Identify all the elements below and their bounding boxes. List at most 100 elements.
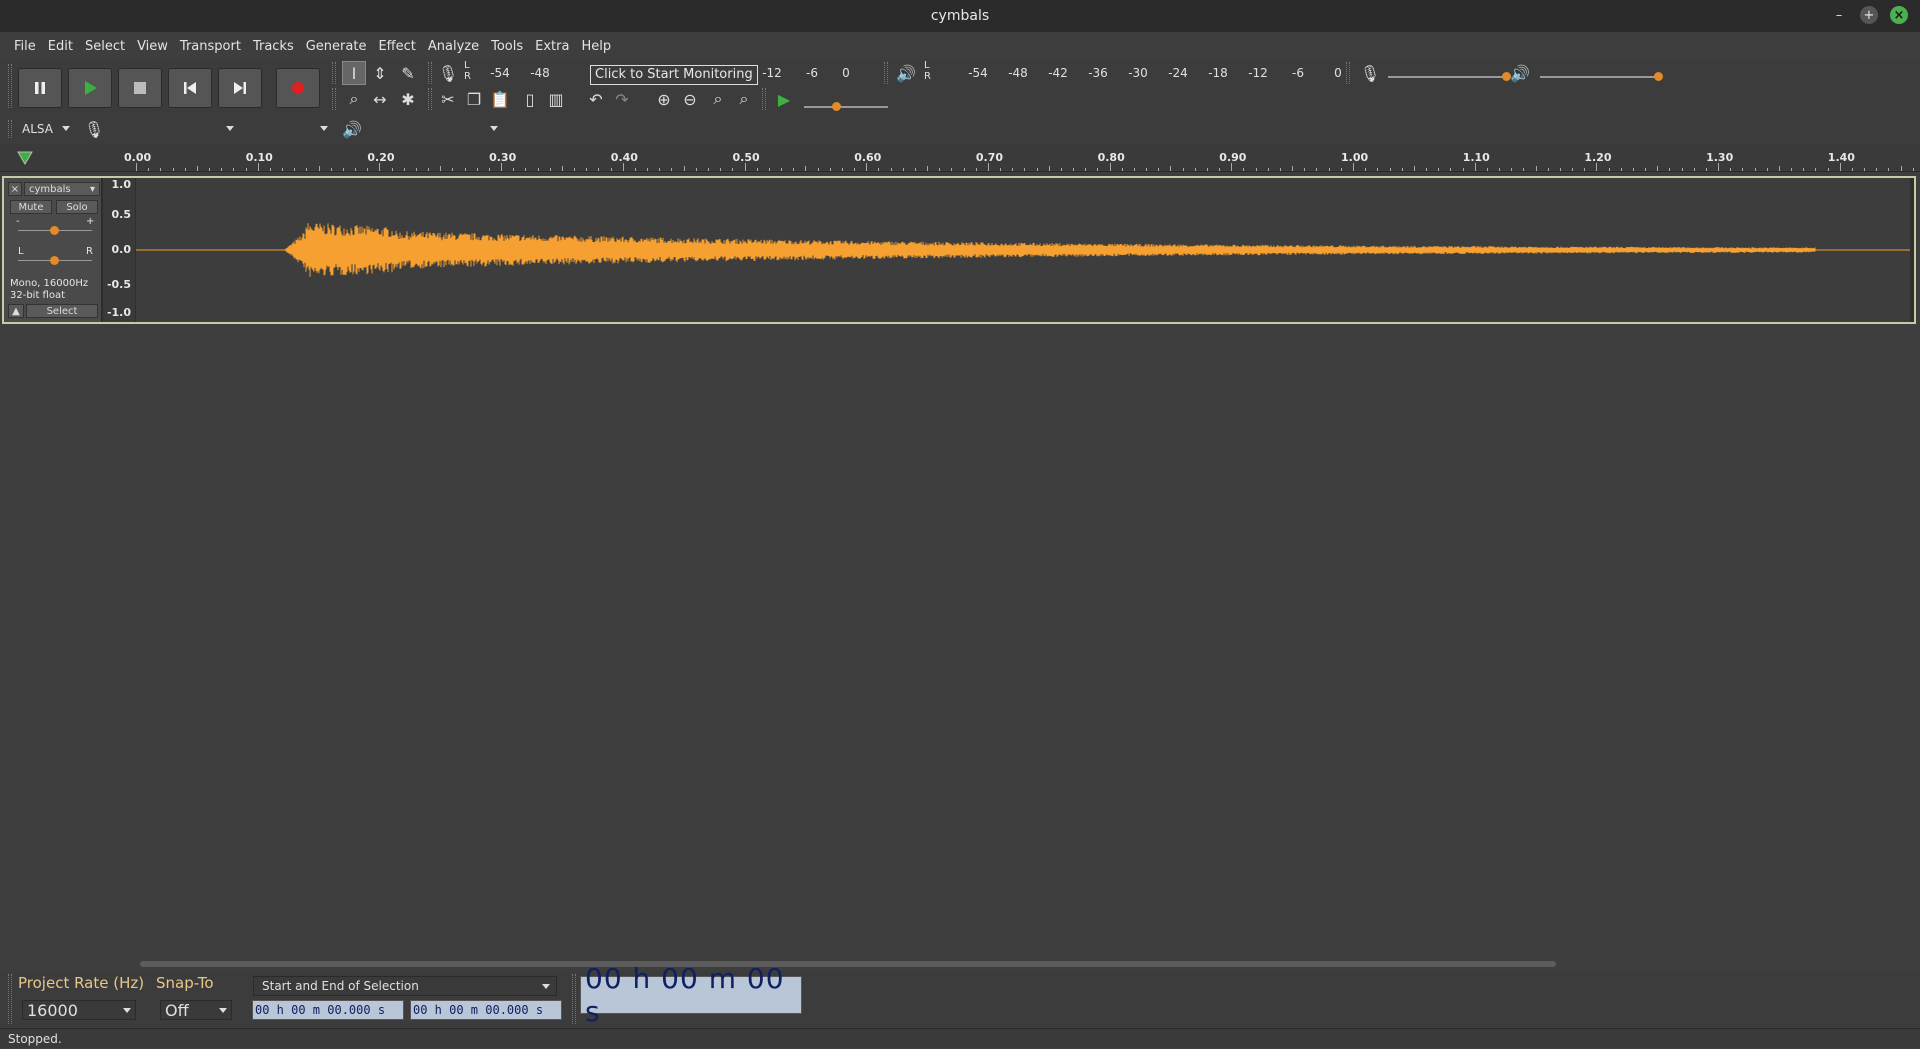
ruler-tick-mark: [683, 166, 685, 171]
recording-device-select[interactable]: [108, 120, 238, 138]
silence-icon[interactable]: ▥: [544, 87, 568, 111]
project-rate-select[interactable]: 16000: [22, 1000, 136, 1020]
envelope-tool-icon[interactable]: ⇕: [368, 61, 392, 85]
toolbar-grip[interactable]: [762, 88, 766, 110]
trim-icon[interactable]: ▯: [518, 87, 542, 111]
menu-tracks[interactable]: Tracks: [247, 39, 300, 54]
menu-analyze[interactable]: Analyze: [422, 39, 485, 54]
toolbar-grip[interactable]: [8, 120, 12, 138]
menu-file[interactable]: File: [8, 39, 42, 54]
ruler-tick-mark: [647, 168, 649, 171]
ruler-tick-mark: [1243, 168, 1245, 171]
selection-mode-select[interactable]: Start and End of Selection: [253, 976, 557, 996]
snap-to-select[interactable]: Off: [160, 1000, 232, 1020]
waveform[interactable]: [136, 178, 1910, 322]
track-name-menu[interactable]: cymbals ▾: [24, 182, 100, 196]
track-select-button[interactable]: Select: [26, 304, 98, 318]
undo-icon[interactable]: ↶: [584, 87, 608, 111]
meter-tick: -6: [806, 66, 818, 80]
ruler-tick-mark: [476, 168, 478, 171]
playback-volume-slider[interactable]: [1540, 72, 1663, 81]
ruler-tick-mark: [975, 168, 977, 171]
selection-tool-icon[interactable]: I: [342, 61, 366, 85]
menu-generate[interactable]: Generate: [300, 39, 373, 54]
track-control-panel[interactable]: × cymbals ▾ Mute Solo - + L R Mono, 1600…: [4, 178, 102, 322]
timeshift-tool-icon[interactable]: ↔: [368, 87, 392, 111]
audio-position-time[interactable]: 00 h 00 m 00 s: [580, 962, 802, 1028]
timeline-ruler[interactable]: 0.00 0.10 0.20 0.30 0.40 0.50 0.60 0.70 0.80 0.90…: [0, 144, 1920, 172]
zoom-tool-icon[interactable]: ⌕: [342, 87, 366, 111]
solo-button[interactable]: Solo: [56, 200, 98, 214]
ruler-tick-mark: [403, 168, 405, 171]
menu-effect[interactable]: Effect: [372, 39, 421, 54]
minimize-icon[interactable]: –: [1830, 6, 1848, 24]
toolbar-grip[interactable]: [428, 88, 432, 110]
toolbar-grip[interactable]: [572, 974, 576, 1024]
menu-transport[interactable]: Transport: [174, 39, 247, 54]
fit-project-icon[interactable]: ⌕: [732, 87, 756, 111]
redo-icon[interactable]: ↷: [610, 87, 634, 111]
cut-icon[interactable]: ✂: [436, 87, 460, 111]
play-button[interactable]: [68, 68, 112, 108]
playback-device-select[interactable]: [368, 120, 502, 138]
menu-view[interactable]: View: [131, 39, 174, 54]
vertical-scale[interactable]: 1.0 0.5 0.0 -0.5 -1.0: [103, 178, 135, 322]
project-rate-value: 16000: [27, 1000, 78, 1020]
menu-help[interactable]: Help: [575, 39, 617, 54]
playback-meter[interactable]: -54 -48 -42 -36 -30 -24 -18 -12 -6 0: [958, 62, 1358, 84]
pan-slider[interactable]: [18, 256, 92, 265]
toolbar-grip[interactable]: [428, 62, 432, 84]
selection-end-time[interactable]: 00 h 00 m 00.000 s: [410, 1000, 562, 1020]
horizontal-scrollbar[interactable]: [140, 961, 1556, 967]
playback-meter-speaker-icon[interactable]: 🔊: [894, 61, 918, 85]
toolbar-grip[interactable]: [8, 64, 12, 108]
draw-tool-icon[interactable]: ✎: [396, 61, 420, 85]
ruler-tick-mark: [355, 168, 357, 171]
slider-knob[interactable]: [1654, 72, 1663, 81]
skip-to-end-button[interactable]: [218, 68, 262, 108]
fit-selection-icon[interactable]: ⌕: [706, 87, 730, 111]
ruler-tick-label: 1.30: [1706, 151, 1734, 164]
menu-tools[interactable]: Tools: [485, 39, 529, 54]
play-speed-slider[interactable]: [804, 102, 888, 111]
play-head-icon[interactable]: [16, 150, 34, 166]
play-at-speed-icon[interactable]: ▶: [772, 87, 796, 111]
multi-tool-icon[interactable]: ✱: [396, 87, 420, 111]
close-icon[interactable]: ×: [1890, 6, 1908, 24]
menu-select[interactable]: Select: [79, 39, 131, 54]
toolbar-grip[interactable]: [8, 974, 12, 1024]
slider-knob[interactable]: [50, 226, 59, 235]
skip-to-start-button[interactable]: [168, 68, 212, 108]
toolbar-grip[interactable]: [332, 88, 336, 110]
toolbar-grip[interactable]: [332, 62, 336, 84]
zoom-in-icon[interactable]: ⊕: [652, 87, 676, 111]
recording-channels-select[interactable]: [246, 120, 332, 138]
selection-start-time[interactable]: 00 h 00 m 00.000 s: [252, 1000, 404, 1020]
toolbar-grip[interactable]: [884, 62, 888, 84]
zoom-out-icon[interactable]: ⊖: [678, 87, 702, 111]
slider-knob[interactable]: [50, 256, 59, 265]
collapse-track-icon[interactable]: ▲: [8, 304, 24, 318]
ruler-tick-mark: [744, 163, 746, 171]
monitoring-tooltip[interactable]: Click to Start Monitoring: [590, 65, 758, 85]
menu-edit[interactable]: Edit: [42, 39, 79, 54]
record-meter[interactable]: -54 -48: [480, 62, 560, 84]
pause-button[interactable]: [18, 68, 62, 108]
track-close-icon[interactable]: ×: [8, 182, 22, 196]
menu-extra[interactable]: Extra: [529, 39, 575, 54]
ruler-tick-mark: [1413, 166, 1415, 171]
record-button[interactable]: [276, 68, 320, 108]
ruler-tick-mark: [172, 168, 174, 171]
stop-button[interactable]: [118, 68, 162, 108]
gain-slider[interactable]: [18, 226, 92, 235]
audio-host-select[interactable]: ALSA: [18, 120, 74, 138]
slider-knob[interactable]: [832, 102, 841, 111]
paste-icon[interactable]: 📋: [488, 87, 512, 111]
record-volume-slider[interactable]: [1388, 72, 1511, 81]
audio-track[interactable]: × cymbals ▾ Mute Solo - + L R Mono, 1600…: [2, 176, 1916, 324]
mute-button[interactable]: Mute: [10, 200, 52, 214]
copy-icon[interactable]: ❐: [462, 87, 486, 111]
toolbar-grip[interactable]: [1346, 62, 1350, 84]
maximize-icon[interactable]: +: [1860, 6, 1878, 24]
record-meter-mic-icon[interactable]: 🎙: [436, 61, 460, 85]
